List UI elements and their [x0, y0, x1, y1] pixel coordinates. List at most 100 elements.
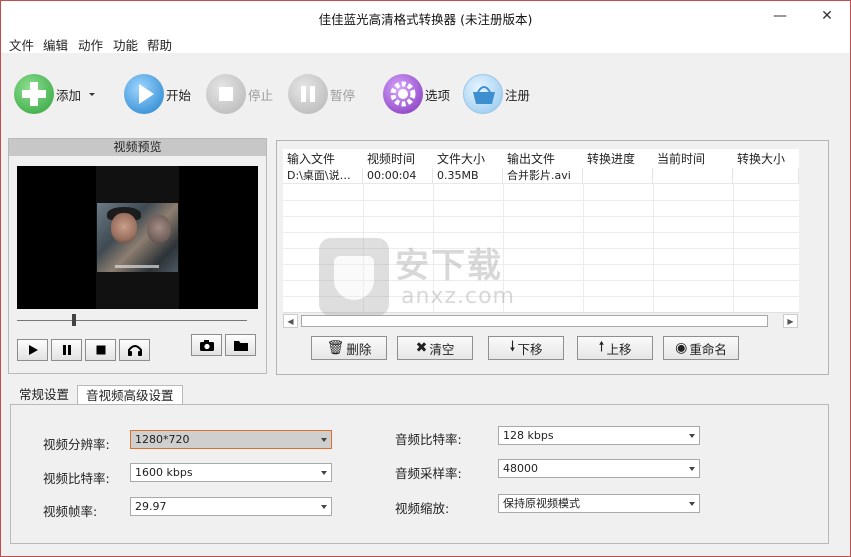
chevron-down-icon: [689, 434, 695, 438]
cell-file-size: 0.35MB: [433, 168, 503, 184]
video-thumbnail: [97, 203, 178, 272]
pause-icon: [288, 74, 328, 114]
settings-panel: 视频分辨率: 1280*720 视频比特率: 1600 kbps 视频帧率: 2…: [10, 404, 829, 544]
toolbar: 添加 开始 停止 暂停 选项 注册: [1, 53, 850, 135]
menu-function[interactable]: 功能: [113, 35, 138, 54]
cell-input-file: D:\桌面\说…: [283, 168, 363, 184]
watermark-text: 安下载: [395, 246, 503, 286]
video-scale-value: 保持原视频模式: [503, 497, 580, 510]
tab-av-advanced-settings[interactable]: 音视频高级设置: [77, 385, 183, 406]
pause-button[interactable]: 暂停: [288, 73, 355, 115]
tab-general-settings[interactable]: 常规设置: [11, 385, 77, 405]
move-up-label: 上移: [606, 341, 632, 357]
options-button[interactable]: 选项: [383, 73, 450, 115]
preview-audio-button[interactable]: [119, 339, 150, 361]
stop-icon: [206, 74, 246, 114]
stop-button[interactable]: 停止: [206, 73, 273, 115]
menu-bar: 文件 编辑 动作 功能 帮助: [1, 33, 850, 53]
open-folder-button[interactable]: [225, 334, 256, 356]
video-display: [17, 166, 258, 309]
close-button[interactable]: ✕: [804, 1, 850, 31]
x-icon: ✖: [415, 340, 428, 356]
sample-rate-select[interactable]: 48000: [498, 459, 700, 478]
preview-stop-button[interactable]: [85, 339, 116, 361]
column-header[interactable]: 视频时间: [363, 149, 433, 168]
audio-bitrate-label: 音频比特率:: [395, 432, 462, 447]
chevron-down-icon: [689, 467, 695, 471]
resolution-label: 视频分辨率:: [43, 437, 110, 452]
shield-icon: [319, 238, 389, 316]
video-scale-label: 视频缩放:: [395, 501, 450, 516]
chevron-down-icon: [321, 505, 327, 509]
thumbnail-subtitle: [115, 265, 159, 268]
frame-rate-value: 29.97: [135, 500, 167, 513]
chevron-down-icon: [321, 438, 327, 442]
resolution-select[interactable]: 1280*720: [130, 430, 332, 449]
play-icon: [124, 74, 164, 114]
chevron-down-icon: [689, 502, 695, 506]
stop-label: 停止: [248, 87, 274, 103]
delete-button[interactable]: 🗑 删除: [311, 336, 387, 360]
snapshot-button[interactable]: [191, 334, 222, 356]
watermark-subtext: anxz.com: [401, 284, 515, 309]
menu-edit[interactable]: 编辑: [43, 35, 68, 54]
dropdown-arrow-icon[interactable]: [87, 89, 97, 99]
seek-handle[interactable]: [72, 314, 76, 326]
table-header: 输入文件 视频时间 文件大小 输出文件 转换进度 当前时间 转换大小: [283, 149, 799, 168]
watermark: 安下载 anxz.com: [319, 238, 539, 318]
column-header[interactable]: 输出文件: [503, 149, 583, 168]
basket-icon: [463, 74, 503, 114]
cell-video-time: 00:00:04: [363, 168, 433, 184]
cell-converted-size: [733, 168, 799, 184]
menu-action[interactable]: 动作: [78, 35, 103, 54]
preview-title: 视频预览: [9, 139, 266, 156]
title-bar: 佳佳蓝光高清格式转换器 (未注册版本) — ✕: [1, 1, 850, 33]
rename-icon: ◉: [675, 340, 688, 356]
audio-bitrate-value: 128 kbps: [503, 429, 554, 442]
video-bitrate-value: 1600 kbps: [135, 466, 193, 479]
app-window: 佳佳蓝光高清格式转换器 (未注册版本) — ✕ 文件 编辑 动作 功能 帮助 添…: [0, 0, 851, 557]
video-preview-panel: 视频预览: [8, 138, 267, 374]
rename-button[interactable]: ◉ 重命名: [663, 336, 739, 360]
start-label: 开始: [166, 87, 192, 103]
frame-rate-select[interactable]: 29.97: [130, 497, 332, 516]
column-header[interactable]: 文件大小: [433, 149, 503, 168]
add-button[interactable]: 添加: [14, 73, 97, 115]
stop-icon: [96, 345, 105, 355]
scroll-left-arrow-icon[interactable]: ◀: [283, 314, 298, 328]
column-header[interactable]: 转换进度: [583, 149, 653, 168]
arrow-down-icon: 🠗: [509, 339, 516, 355]
menu-help[interactable]: 帮助: [147, 35, 172, 54]
clear-label: 清空: [429, 341, 455, 357]
register-button[interactable]: 注册: [463, 73, 530, 115]
video-bitrate-select[interactable]: 1600 kbps: [130, 463, 332, 482]
move-down-label: 下移: [517, 341, 543, 357]
options-label: 选项: [425, 87, 451, 103]
menu-file[interactable]: 文件: [9, 35, 34, 54]
cell-progress: [583, 168, 653, 184]
resolution-value: 1280*720: [135, 433, 190, 446]
column-header[interactable]: 当前时间: [653, 149, 733, 168]
window-title: 佳佳蓝光高清格式转换器 (未注册版本): [318, 12, 533, 27]
folder-icon: [233, 340, 248, 351]
chevron-down-icon: [321, 471, 327, 475]
table-row[interactable]: D:\桌面\说… 00:00:04 0.35MB 合并影片.avi: [283, 168, 799, 184]
preview-play-button[interactable]: [17, 339, 48, 361]
headphones-icon: [127, 345, 142, 356]
column-header[interactable]: 输入文件: [283, 149, 363, 168]
trash-icon: 🗑: [326, 340, 345, 356]
minimize-button[interactable]: —: [757, 1, 803, 31]
move-up-button[interactable]: 🠕 上移: [577, 336, 653, 360]
video-scale-select[interactable]: 保持原视频模式: [498, 494, 700, 513]
arrow-up-icon: 🠕: [598, 339, 605, 355]
move-down-button[interactable]: 🠗 下移: [488, 336, 564, 360]
audio-bitrate-select[interactable]: 128 kbps: [498, 426, 700, 445]
start-button[interactable]: 开始: [124, 73, 191, 115]
pause-icon: [62, 345, 71, 355]
column-header[interactable]: 转换大小: [733, 149, 799, 168]
play-icon: [28, 345, 38, 355]
clear-button[interactable]: ✖ 清空: [397, 336, 473, 360]
scroll-right-arrow-icon[interactable]: ▶: [783, 314, 798, 328]
seek-track[interactable]: [17, 320, 247, 321]
preview-pause-button[interactable]: [51, 339, 82, 361]
